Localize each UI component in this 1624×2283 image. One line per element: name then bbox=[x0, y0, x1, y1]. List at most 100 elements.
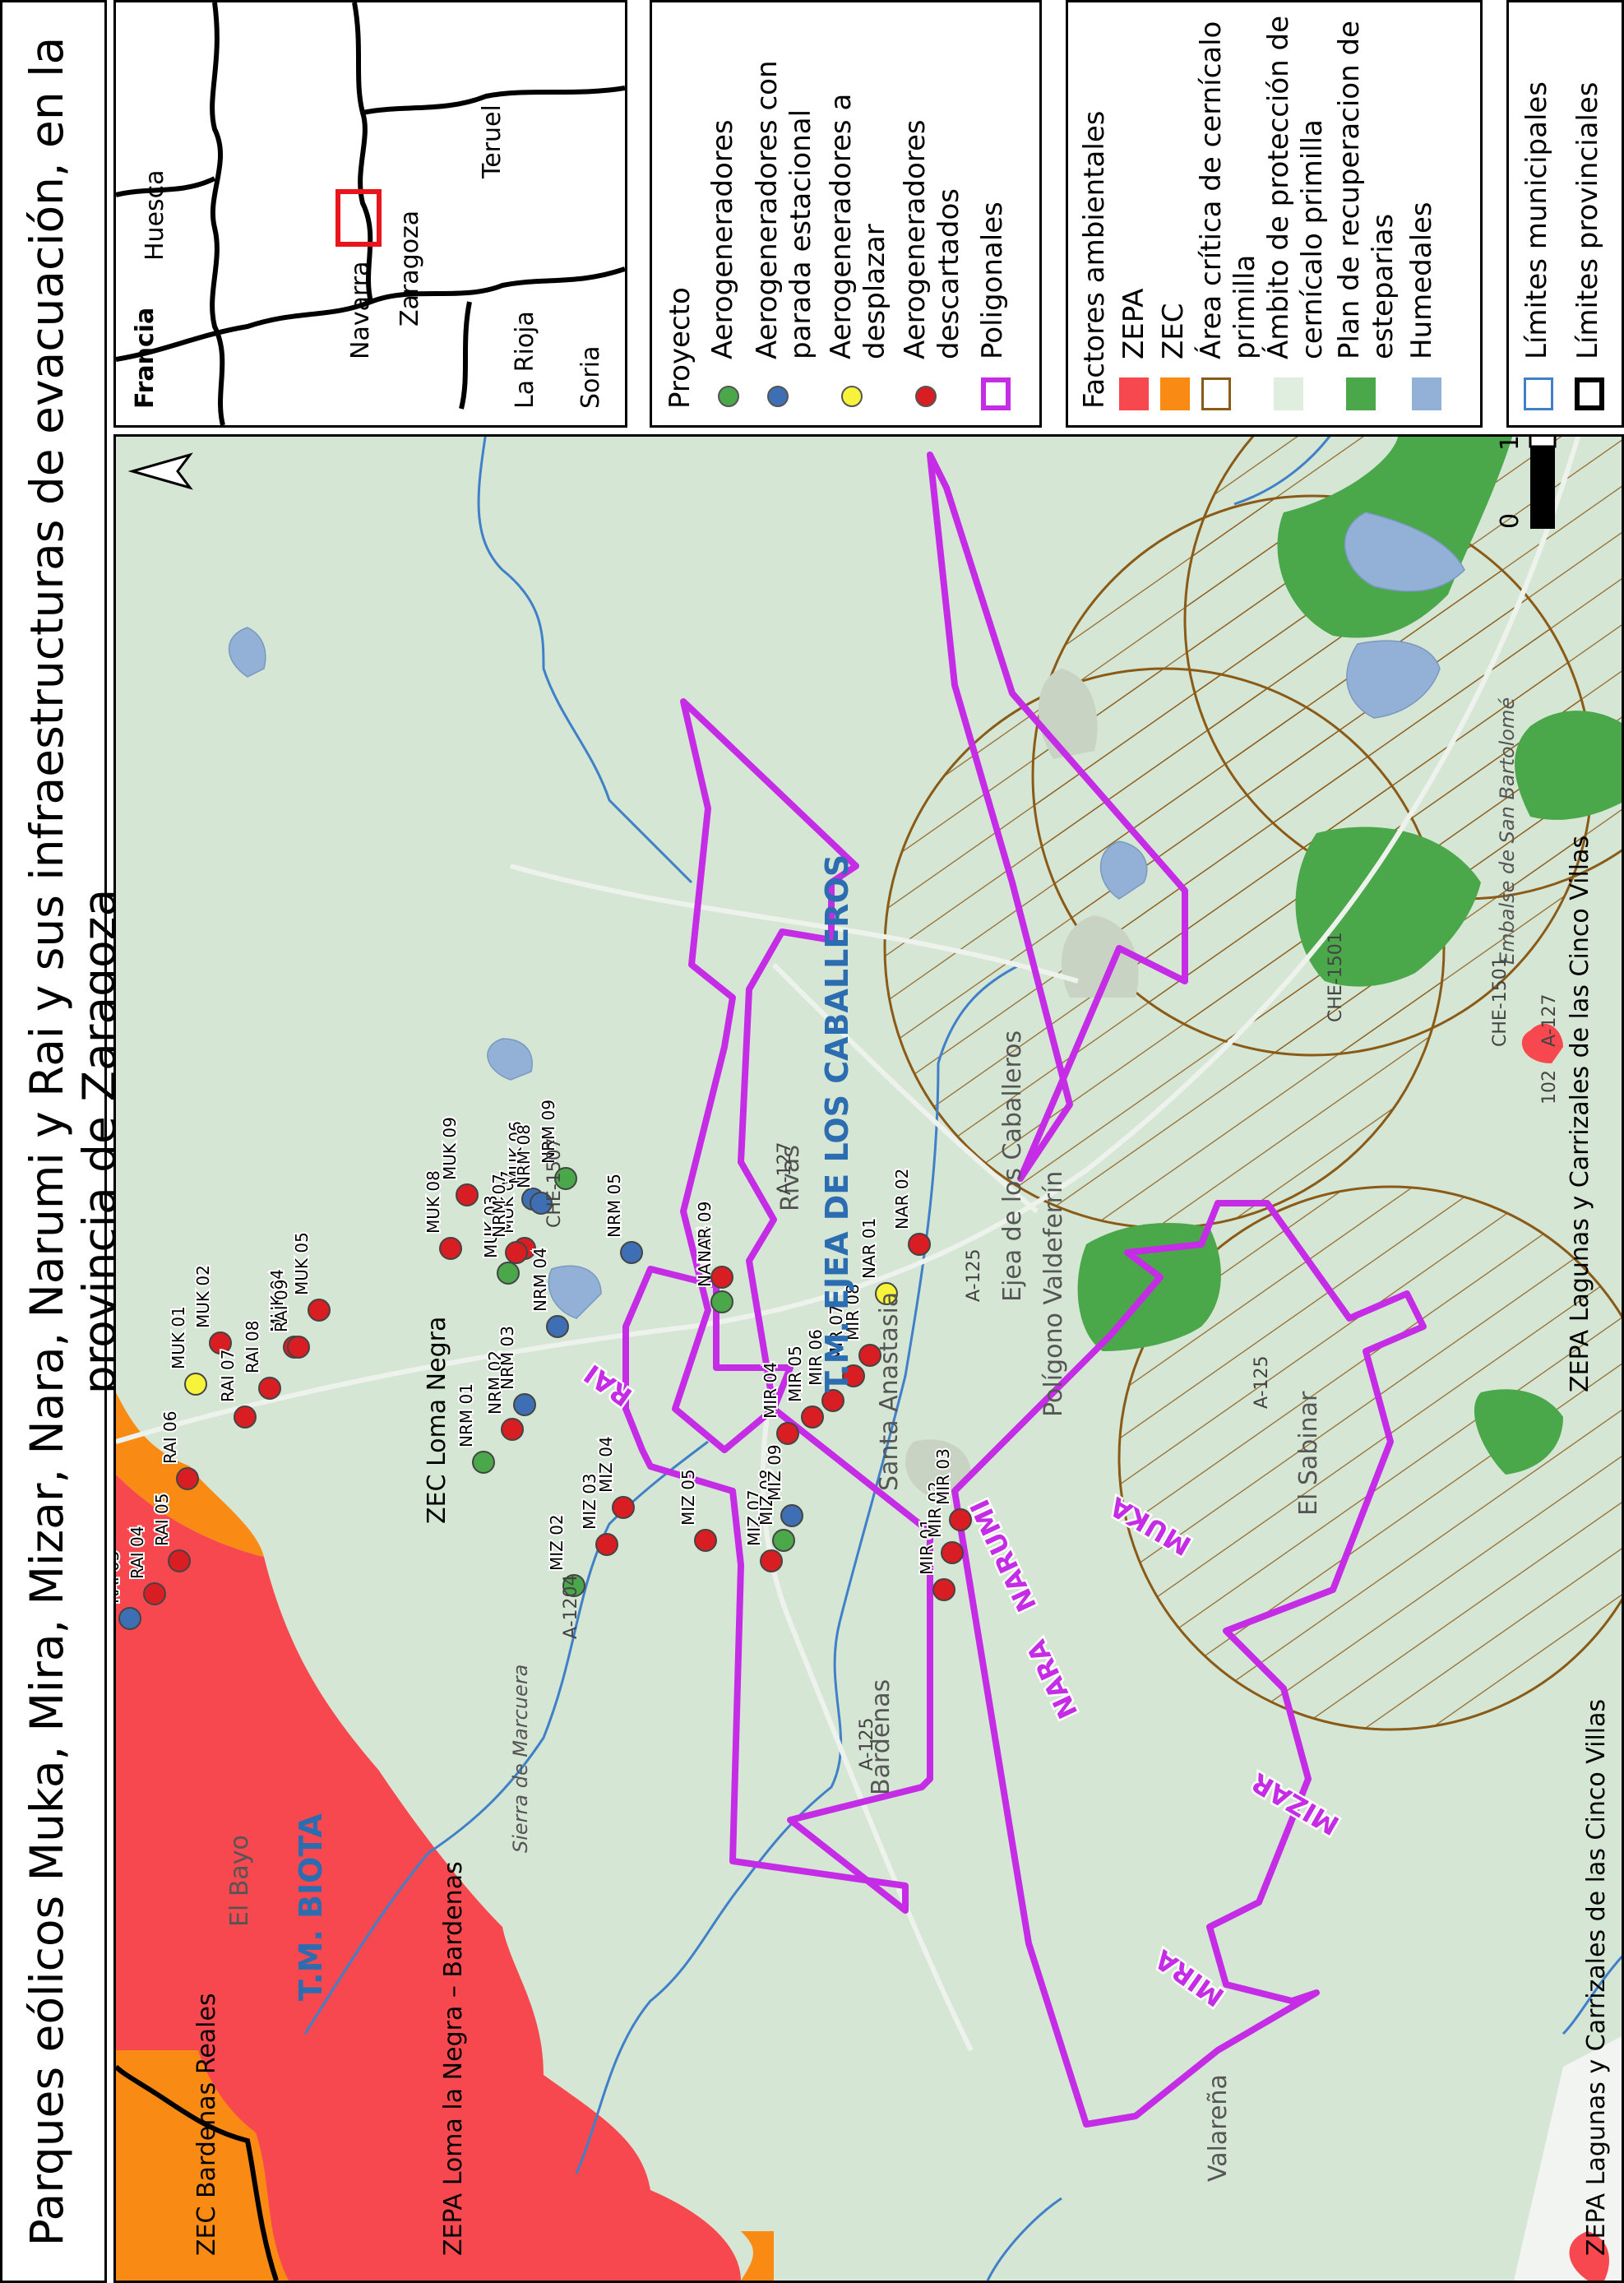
turbine-label: MIZ 02 bbox=[547, 1514, 567, 1571]
zepa-swatch-icon bbox=[1119, 377, 1149, 410]
road-label: A-127 bbox=[1539, 994, 1560, 1048]
turbine-label: MUK 02 bbox=[193, 1265, 213, 1328]
turbine-label: NRM 07 bbox=[489, 1174, 509, 1238]
scale-bar bbox=[1529, 434, 1557, 529]
turbine-label: MUK 09 bbox=[440, 1117, 460, 1180]
turbine-label: MUK 01 bbox=[169, 1306, 188, 1369]
legend-item-desplazar: Aerogeneradores a desplazar bbox=[825, 93, 891, 359]
polygon-outline-icon bbox=[981, 377, 1011, 410]
place-label: Santa Anastasia bbox=[875, 1292, 904, 1491]
turbine-green-icon bbox=[718, 386, 739, 407]
critical-area-swatch-icon bbox=[1201, 377, 1231, 410]
road-label: CHE-1501 bbox=[1326, 932, 1346, 1022]
inset-label: Francia bbox=[131, 307, 160, 409]
inset-label: La Rioja bbox=[511, 311, 539, 409]
province-limit-icon bbox=[1575, 377, 1604, 410]
turbine-label: NRM 03 bbox=[497, 1326, 517, 1390]
protected-area-label: ZEC Loma Negra bbox=[423, 1317, 451, 1524]
turbine-label: NRM 04 bbox=[530, 1248, 550, 1312]
road-label: A-125 bbox=[1252, 1356, 1272, 1410]
road-label: A-1204 bbox=[561, 1575, 581, 1640]
turbine-label: NAR 09 bbox=[695, 1202, 715, 1262]
legend-item-zepa: ZEPA bbox=[1117, 288, 1150, 359]
study-area-marker bbox=[335, 189, 382, 247]
legend-environment-heading: Factores ambientales bbox=[1078, 110, 1111, 409]
zec-swatch-icon bbox=[1160, 377, 1190, 410]
inset-label: Teruel bbox=[478, 104, 507, 178]
road-label: CHE-1501 bbox=[1490, 956, 1511, 1047]
turbine-label: RAI 09 bbox=[271, 1280, 291, 1332]
page-title: Parques eólicos Muka, Mira, Mizar, Nara,… bbox=[21, 36, 126, 2247]
legend-item-zec: ZEC bbox=[1157, 303, 1190, 359]
turbine-label: RAI 08 bbox=[243, 1321, 262, 1373]
title-panel: Parques eólicos Muka, Mira, Mizar, Nara,… bbox=[0, 0, 126, 2283]
inset-map-canvas bbox=[115, 2, 626, 426]
legend-item-parada-estacional: Aerogeneradores con parada estacional bbox=[751, 60, 817, 360]
legend-item-ambito: Ámbito de protección de cernícalo primil… bbox=[1262, 15, 1329, 359]
main-map[interactable]: MUK 01 MUK 02 MUK 04 MUK 05 MUK 08 MUK 09 MUK … bbox=[113, 434, 1624, 2283]
inset-label: Navarra bbox=[346, 261, 375, 360]
scale-label: 1 bbox=[1496, 435, 1525, 451]
protection-swatch-icon bbox=[1274, 377, 1303, 410]
turbine-label: MIZ 04 bbox=[596, 1436, 616, 1493]
legend-item-provinciales: Límites provinciales bbox=[1571, 81, 1604, 359]
legend-item-esteparias: Plan de recuperacion de esteparias bbox=[1333, 21, 1400, 359]
turbine-label: MUK 05 bbox=[292, 1232, 312, 1295]
road-label: A-125 bbox=[857, 1718, 877, 1771]
place-label: El Bayo bbox=[225, 1835, 254, 1927]
place-label: Embalse de San Bartolomé bbox=[1496, 697, 1519, 965]
turbine-red-icon bbox=[915, 386, 937, 407]
turbine-label: MIZ 05 bbox=[678, 1469, 698, 1526]
turbine-yellow-icon bbox=[841, 386, 863, 407]
inset-label: Soria bbox=[576, 345, 605, 409]
legend-item-poligonales: Poligonales bbox=[976, 201, 1009, 359]
turbine-label: MIR 05 bbox=[785, 1345, 805, 1402]
wetland-swatch-icon bbox=[1412, 377, 1441, 410]
road-label: 102 bbox=[1539, 1070, 1560, 1104]
municipal-limit-icon bbox=[1524, 377, 1553, 410]
protected-area-label: ZEPA Lagunas y Carrizales de las Cinco V… bbox=[1566, 836, 1594, 1392]
legend-environment: Factores ambientales ZEPA ZEC Área críti… bbox=[1066, 0, 1483, 428]
scale-label: 0 bbox=[1496, 513, 1525, 529]
turbine-label: NRM 05 bbox=[604, 1174, 624, 1238]
turbine-label: RAI 03 bbox=[116, 1551, 123, 1604]
place-label: Sierra de Marcuera bbox=[509, 1665, 532, 1853]
road-label: CHE-1507 bbox=[544, 1137, 565, 1228]
municipality-label-biota: T.M. BIOTA bbox=[293, 1813, 329, 2001]
inset-label: Zaragoza bbox=[396, 210, 424, 326]
legend-project-heading: Proyecto bbox=[664, 287, 696, 409]
rotated-page: Parques eólicos Muka, Mira, Mizar, Nara,… bbox=[0, 0, 1624, 2283]
legend-project: Proyecto Aerogeneradores Aerogeneradores… bbox=[650, 0, 1042, 428]
protected-area-label: ZEPA Loma la Negra – Bardenas bbox=[439, 1861, 468, 2256]
map-canvas[interactable]: MUK 01MUK 02 MUK 04MUK 05MUK 08MUK 09MUK … bbox=[116, 434, 1624, 2281]
turbine-label: NRM 01 bbox=[456, 1383, 476, 1447]
place-label: El Sabinar bbox=[1294, 1391, 1323, 1516]
place-label: Ejea de los Caballeros bbox=[998, 1030, 1027, 1302]
legend-item-area-critica: Área crítica de cernícalo primilla bbox=[1195, 21, 1261, 359]
inset-map: Francia Huesca Navarra Zaragoza Teruel La Rio… bbox=[113, 0, 627, 428]
legend-item-aerogeneradores: Aerogeneradores bbox=[706, 119, 739, 359]
turbine-label: NAR 02 bbox=[892, 1169, 912, 1229]
turbine-label: MIZ 09 bbox=[765, 1444, 784, 1501]
steppe-plan-swatch-icon bbox=[1346, 377, 1376, 410]
place-label: Valareña bbox=[1204, 2074, 1233, 2182]
protected-area-label: ZEC Bardenas Reales bbox=[192, 1993, 221, 2256]
legend-item-municipales: Límites municipales bbox=[1520, 81, 1553, 359]
turbine-label: RAI 06 bbox=[160, 1411, 180, 1464]
inset-label: Huesca bbox=[141, 169, 169, 261]
turbine-label: RAI 05 bbox=[152, 1493, 172, 1546]
turbine-label: NRM 08 bbox=[514, 1124, 534, 1188]
turbine-label: RAI 04 bbox=[127, 1526, 147, 1579]
place-label: Polígono Valdeferrín bbox=[1039, 1171, 1068, 1417]
protected-area-label: ZEPA Lagunas y Carrizales de las Cinco V… bbox=[1582, 1699, 1611, 2256]
legend-item-descartados: Aerogeneradores descartados bbox=[899, 119, 965, 359]
province-borders bbox=[115, 2, 626, 426]
road-label: A-127 bbox=[775, 1142, 795, 1196]
turbine-label: MIR 03 bbox=[933, 1448, 953, 1505]
turbine-blue-icon bbox=[767, 386, 789, 407]
turbine-label: RAI 07 bbox=[218, 1350, 238, 1402]
turbine-label: MIR 04 bbox=[761, 1362, 780, 1419]
turbine-label: NAR 01 bbox=[859, 1218, 879, 1279]
municipality-label-ejea: T.M. EJEA DE LOS CABALLEROS bbox=[819, 854, 855, 1392]
legend-item-humedales: Humedales bbox=[1405, 201, 1438, 359]
